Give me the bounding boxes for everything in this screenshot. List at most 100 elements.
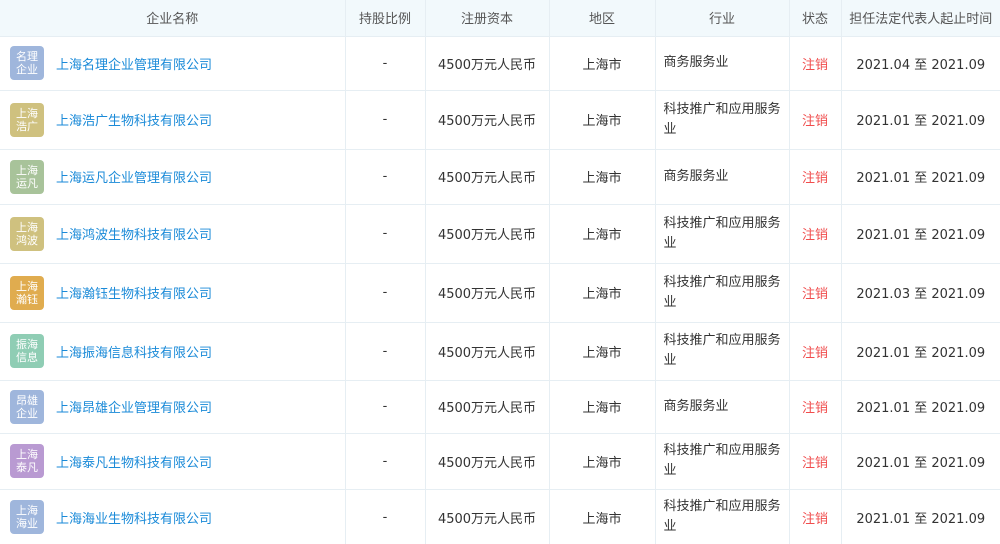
logo-text-line2: 瀚钰 [16, 292, 38, 306]
period-cell: 2021.01 至 2021.09 [841, 204, 1000, 264]
industry-cell: 科技推广和应用服务业 [655, 204, 790, 264]
period-cell: 2021.03 至 2021.09 [841, 263, 1000, 323]
company-name-link[interactable]: 上海运凡企业管理有限公司 [56, 167, 212, 186]
industry-cell: 科技推广和应用服务业 [655, 489, 790, 544]
capital-cell: 4500万元人民币 [425, 204, 550, 264]
company-logo[interactable]: 上海 鸿波 [10, 216, 44, 251]
company-name-link[interactable]: 上海鸿波生物科技有限公司 [56, 224, 212, 243]
industry-cell: 商务服务业 [655, 36, 790, 91]
header-industry: 行业 [655, 0, 790, 37]
region-cell: 上海市 [549, 204, 656, 264]
company-logo[interactable]: 上海 瀚钰 [10, 275, 44, 310]
table-row: 上海 运凡 上海运凡企业管理有限公司 - 4500万元人民币 上海市 商务服务业… [0, 149, 1000, 205]
period-cell: 2021.01 至 2021.09 [841, 433, 1000, 490]
company-logo[interactable]: 名理 企业 [10, 46, 44, 80]
capital-cell: 4500万元人民币 [425, 263, 550, 323]
logo-text-line2: 企业 [16, 63, 38, 76]
logo-text-line1: 上海 [16, 448, 38, 461]
company-name-link[interactable]: 上海名理企业管理有限公司 [56, 54, 212, 73]
logo-text-line1: 名理 [16, 50, 38, 63]
status-badge: 注销 [789, 90, 842, 150]
capital-cell: 4500万元人民币 [425, 36, 550, 91]
table-header-row: 企业名称 持股比例 注册资本 地区 行业 状态 担任法定代表人起止时间 [0, 0, 1000, 37]
region-cell: 上海市 [549, 433, 656, 490]
company-name-link[interactable]: 上海瀚钰生物科技有限公司 [56, 283, 212, 302]
company-cell: 上海 海业 上海海业生物科技有限公司 [0, 489, 346, 544]
logo-text-line1: 上海 [16, 220, 38, 234]
company-name-link[interactable]: 上海泰凡生物科技有限公司 [56, 452, 212, 471]
region-cell: 上海市 [549, 380, 656, 434]
share-cell: - [345, 149, 426, 205]
status-badge: 注销 [789, 380, 842, 434]
period-cell: 2021.04 至 2021.09 [841, 36, 1000, 91]
logo-text-line2: 浩广 [16, 119, 38, 133]
company-name-link[interactable]: 上海振海信息科技有限公司 [56, 342, 212, 361]
header-region: 地区 [549, 0, 656, 37]
logo-text-line1: 上海 [16, 279, 38, 293]
table-row: 上海 瀚钰 上海瀚钰生物科技有限公司 - 4500万元人民币 上海市 科技推广和… [0, 263, 1000, 323]
table-row: 上海 海业 上海海业生物科技有限公司 - 4500万元人民币 上海市 科技推广和… [0, 489, 1000, 544]
region-cell: 上海市 [549, 149, 656, 205]
company-logo[interactable]: 上海 海业 [10, 500, 44, 534]
status-badge: 注销 [789, 322, 842, 381]
logo-text-line1: 振海 [16, 338, 38, 351]
period-cell: 2021.01 至 2021.09 [841, 489, 1000, 544]
logo-text-line2: 信息 [16, 351, 38, 364]
header-company: 企业名称 [0, 0, 346, 37]
company-logo[interactable]: 振海 信息 [10, 334, 44, 368]
header-period: 担任法定代表人起止时间 [841, 0, 1000, 37]
header-capital: 注册资本 [425, 0, 550, 37]
share-cell: - [345, 380, 426, 434]
period-cell: 2021.01 至 2021.09 [841, 322, 1000, 381]
table-row: 名理 企业 上海名理企业管理有限公司 - 4500万元人民币 上海市 商务服务业… [0, 36, 1000, 91]
company-logo[interactable]: 上海 运凡 [10, 159, 44, 194]
logo-text-line2: 海业 [16, 517, 38, 530]
status-badge: 注销 [789, 489, 842, 544]
table-row: 上海 鸿波 上海鸿波生物科技有限公司 - 4500万元人民币 上海市 科技推广和… [0, 204, 1000, 264]
table-row: 上海 泰凡 上海泰凡生物科技有限公司 - 4500万元人民币 上海市 科技推广和… [0, 433, 1000, 490]
share-cell: - [345, 36, 426, 91]
region-cell: 上海市 [549, 322, 656, 381]
header-status: 状态 [789, 0, 842, 37]
status-badge: 注销 [789, 204, 842, 264]
period-cell: 2021.01 至 2021.09 [841, 90, 1000, 150]
share-cell: - [345, 204, 426, 264]
capital-cell: 4500万元人民币 [425, 90, 550, 150]
status-badge: 注销 [789, 263, 842, 323]
company-cell: 上海 浩广 上海浩广生物科技有限公司 [0, 90, 346, 150]
logo-text-line1: 上海 [16, 504, 38, 517]
industry-cell: 科技推广和应用服务业 [655, 90, 790, 150]
industry-cell: 科技推广和应用服务业 [655, 263, 790, 323]
share-cell: - [345, 322, 426, 381]
region-cell: 上海市 [549, 36, 656, 91]
capital-cell: 4500万元人民币 [425, 322, 550, 381]
company-cell: 昂雄 企业 上海昂雄企业管理有限公司 [0, 380, 346, 434]
capital-cell: 4500万元人民币 [425, 149, 550, 205]
logo-text-line2: 泰凡 [16, 461, 38, 474]
table-body: 名理 企业 上海名理企业管理有限公司 - 4500万元人民币 上海市 商务服务业… [0, 36, 1000, 544]
period-cell: 2021.01 至 2021.09 [841, 149, 1000, 205]
company-name-link[interactable]: 上海海业生物科技有限公司 [56, 508, 212, 527]
status-badge: 注销 [789, 149, 842, 205]
company-cell: 振海 信息 上海振海信息科技有限公司 [0, 322, 346, 381]
logo-text-line2: 企业 [16, 406, 38, 420]
company-logo[interactable]: 昂雄 企业 [10, 389, 44, 424]
share-cell: - [345, 263, 426, 323]
company-logo[interactable]: 上海 泰凡 [10, 444, 44, 478]
table-row: 昂雄 企业 上海昂雄企业管理有限公司 - 4500万元人民币 上海市 商务服务业… [0, 380, 1000, 434]
capital-cell: 4500万元人民币 [425, 380, 550, 434]
header-share: 持股比例 [345, 0, 426, 37]
company-logo[interactable]: 上海 浩广 [10, 102, 44, 137]
logo-text-line2: 运凡 [16, 176, 38, 190]
company-cell: 上海 泰凡 上海泰凡生物科技有限公司 [0, 433, 346, 490]
status-badge: 注销 [789, 36, 842, 91]
company-cell: 上海 运凡 上海运凡企业管理有限公司 [0, 149, 346, 205]
company-cell: 上海 瀚钰 上海瀚钰生物科技有限公司 [0, 263, 346, 323]
industry-cell: 商务服务业 [655, 380, 790, 434]
company-name-link[interactable]: 上海浩广生物科技有限公司 [56, 110, 212, 129]
company-name-link[interactable]: 上海昂雄企业管理有限公司 [56, 397, 212, 416]
logo-text-line1: 昂雄 [16, 393, 38, 407]
logo-text-line1: 上海 [16, 163, 38, 177]
region-cell: 上海市 [549, 90, 656, 150]
region-cell: 上海市 [549, 489, 656, 544]
